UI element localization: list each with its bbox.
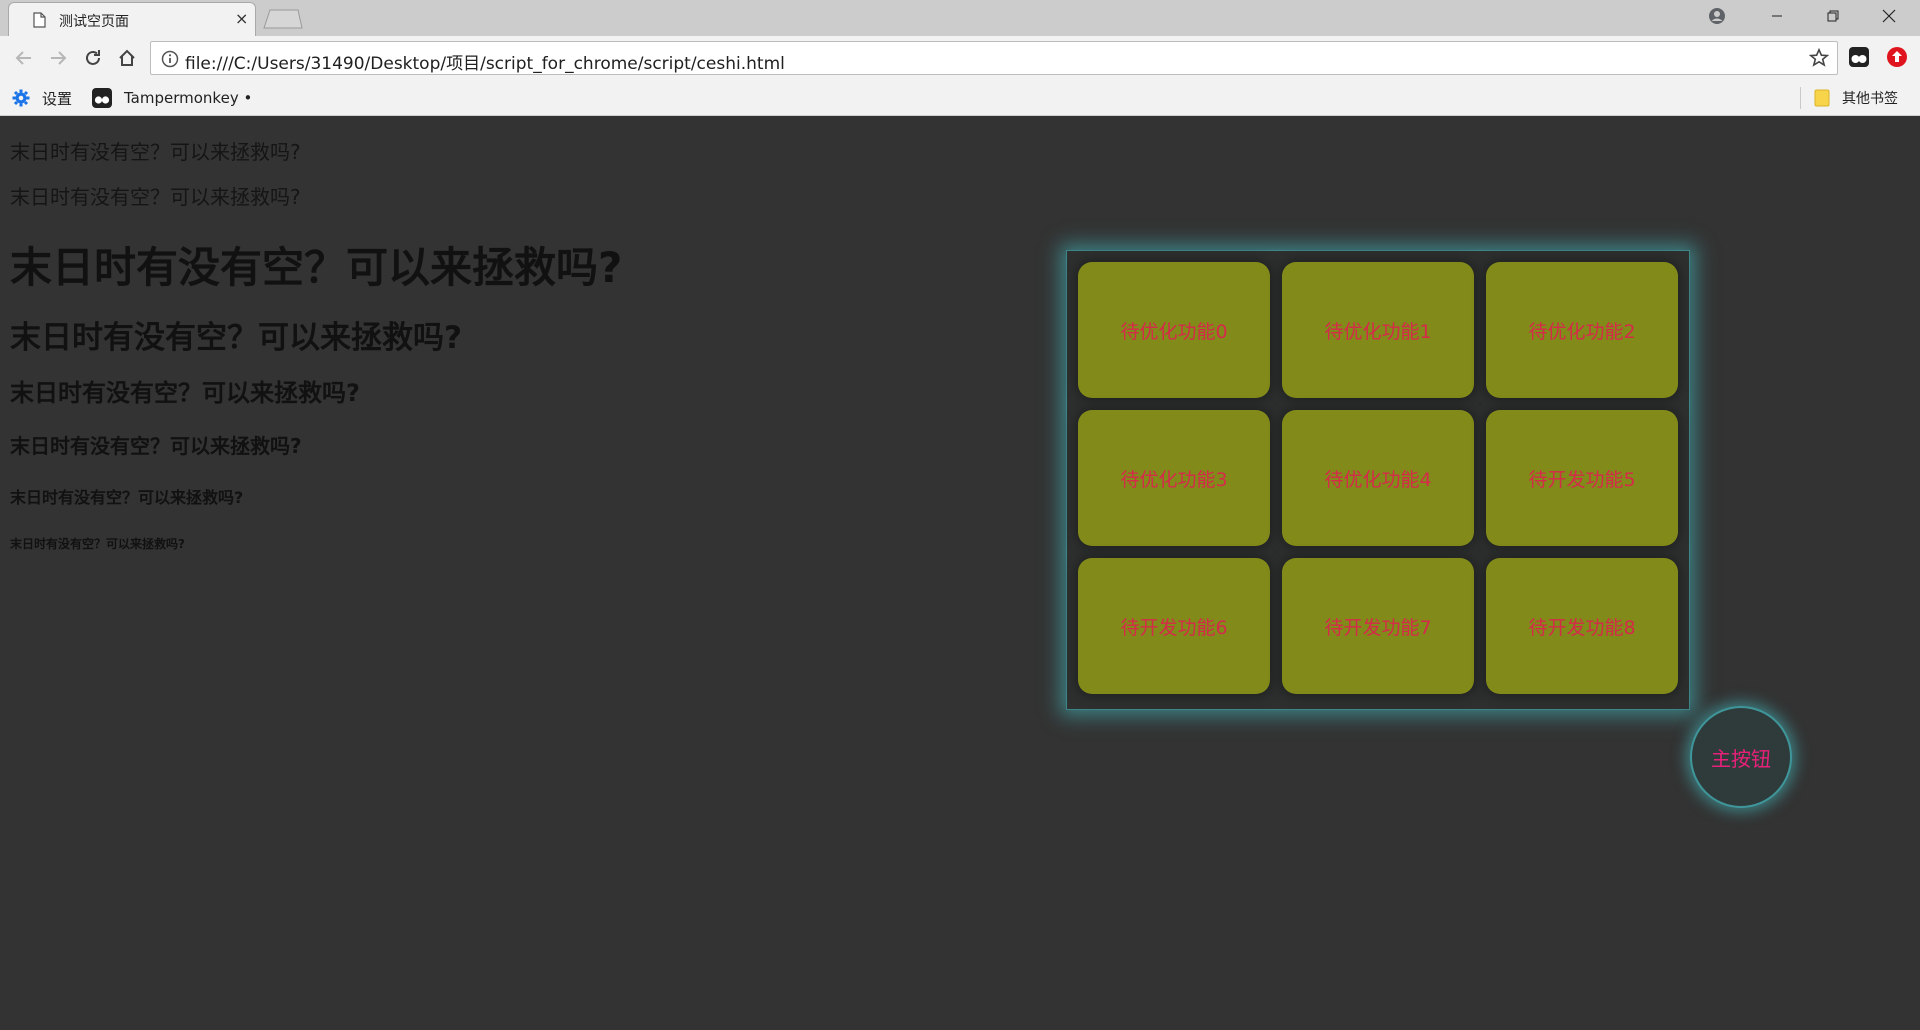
toolbar: file:///C:/Users/31490/Desktop/项目/script… bbox=[0, 36, 1920, 80]
tab-strip: 测试空页面 × bbox=[0, 0, 1920, 36]
bookmarks-separator bbox=[1800, 87, 1801, 109]
new-tab-button[interactable] bbox=[262, 9, 304, 29]
tab-active[interactable]: 测试空页面 × bbox=[8, 2, 256, 36]
function-button-3[interactable]: 待优化功能3 bbox=[1078, 410, 1270, 546]
function-button-7[interactable]: 待开发功能7 bbox=[1282, 558, 1474, 694]
reload-icon bbox=[86, 50, 100, 65]
heading-4: 末日时有没有空？可以来拯救吗? bbox=[10, 434, 302, 458]
forward-arrow-icon bbox=[51, 51, 67, 65]
restore-icon bbox=[1827, 10, 1839, 22]
heading-5: 末日时有没有空？可以来拯救吗? bbox=[10, 488, 244, 507]
tampermonkey-icon bbox=[92, 88, 112, 108]
function-button-8[interactable]: 待开发功能8 bbox=[1486, 558, 1678, 694]
reload-button[interactable] bbox=[81, 46, 105, 70]
address-bar[interactable]: file:///C:/Users/31490/Desktop/项目/script… bbox=[150, 41, 1838, 75]
bookmark-settings-label: 设置 bbox=[42, 89, 73, 108]
home-button[interactable] bbox=[115, 46, 139, 70]
function-panel: 待优化功能0 待优化功能1 待优化功能2 待优化功能3 待优化功能4 待开发功能… bbox=[1066, 250, 1690, 710]
function-button-5[interactable]: 待开发功能5 bbox=[1486, 410, 1678, 546]
back-arrow-icon bbox=[15, 51, 31, 65]
function-button-4[interactable]: 待优化功能4 bbox=[1282, 410, 1474, 546]
bookmark-tampermonkey-label: Tampermonkey • bbox=[124, 89, 253, 107]
home-icon bbox=[119, 49, 135, 66]
info-icon[interactable] bbox=[161, 50, 179, 68]
function-button-2[interactable]: 待优化功能2 bbox=[1486, 262, 1678, 398]
bookmark-star-icon[interactable] bbox=[1809, 48, 1829, 68]
bookmarks-bar: 设置 Tampermonkey • 其他书签 bbox=[0, 80, 1920, 116]
url-text[interactable]: file:///C:/Users/31490/Desktop/项目/script… bbox=[185, 49, 785, 74]
tampermonkey-extension-icon[interactable] bbox=[1848, 46, 1870, 68]
function-button-0[interactable]: 待优化功能0 bbox=[1078, 262, 1270, 398]
heading-6: 末日时有没有空？可以来拯救吗? bbox=[10, 537, 185, 551]
back-button[interactable] bbox=[12, 46, 36, 70]
page-icon bbox=[33, 12, 46, 28]
heading-3: 末日时有没有空？可以来拯救吗? bbox=[10, 379, 360, 407]
heading-1: 末日时有没有空？可以来拯救吗? bbox=[10, 243, 623, 292]
main-button[interactable]: 主按钮 bbox=[1690, 706, 1792, 808]
paragraph-text: 末日时有没有空？可以来拯救吗? bbox=[10, 140, 301, 164]
bookmark-tampermonkey[interactable]: Tampermonkey • bbox=[92, 86, 252, 110]
paragraph-text: 末日时有没有空？可以来拯救吗? bbox=[10, 185, 301, 209]
browser-chrome: 测试空页面 × file:///C:/Users/31490/Desktop/项… bbox=[0, 0, 1920, 116]
restore-button[interactable] bbox=[1806, 0, 1860, 32]
folder-icon bbox=[1814, 89, 1830, 107]
bookmark-other-label: 其他书签 bbox=[1842, 91, 1898, 107]
close-tab-icon[interactable]: × bbox=[235, 9, 248, 28]
minimize-button[interactable] bbox=[1750, 0, 1804, 32]
minimize-icon bbox=[1772, 15, 1782, 17]
bookmark-other[interactable]: 其他书签 bbox=[1814, 86, 1898, 110]
function-button-1[interactable]: 待优化功能1 bbox=[1282, 262, 1474, 398]
function-button-6[interactable]: 待开发功能6 bbox=[1078, 558, 1270, 694]
gear-icon bbox=[12, 89, 30, 107]
close-icon bbox=[1882, 9, 1896, 23]
close-window-button[interactable] bbox=[1862, 0, 1916, 32]
bookmark-settings[interactable]: 设置 bbox=[12, 86, 72, 110]
profile-icon[interactable] bbox=[1707, 6, 1727, 26]
tab-title: 测试空页面 bbox=[59, 14, 129, 30]
page-viewport: 末日时有没有空？可以来拯救吗? 末日时有没有空？可以来拯救吗? 末日时有没有空？… bbox=[0, 116, 1920, 1030]
adblock-extension-icon[interactable] bbox=[1886, 46, 1908, 68]
forward-button[interactable] bbox=[46, 46, 70, 70]
heading-2: 末日时有没有空？可以来拯救吗? bbox=[10, 320, 462, 356]
